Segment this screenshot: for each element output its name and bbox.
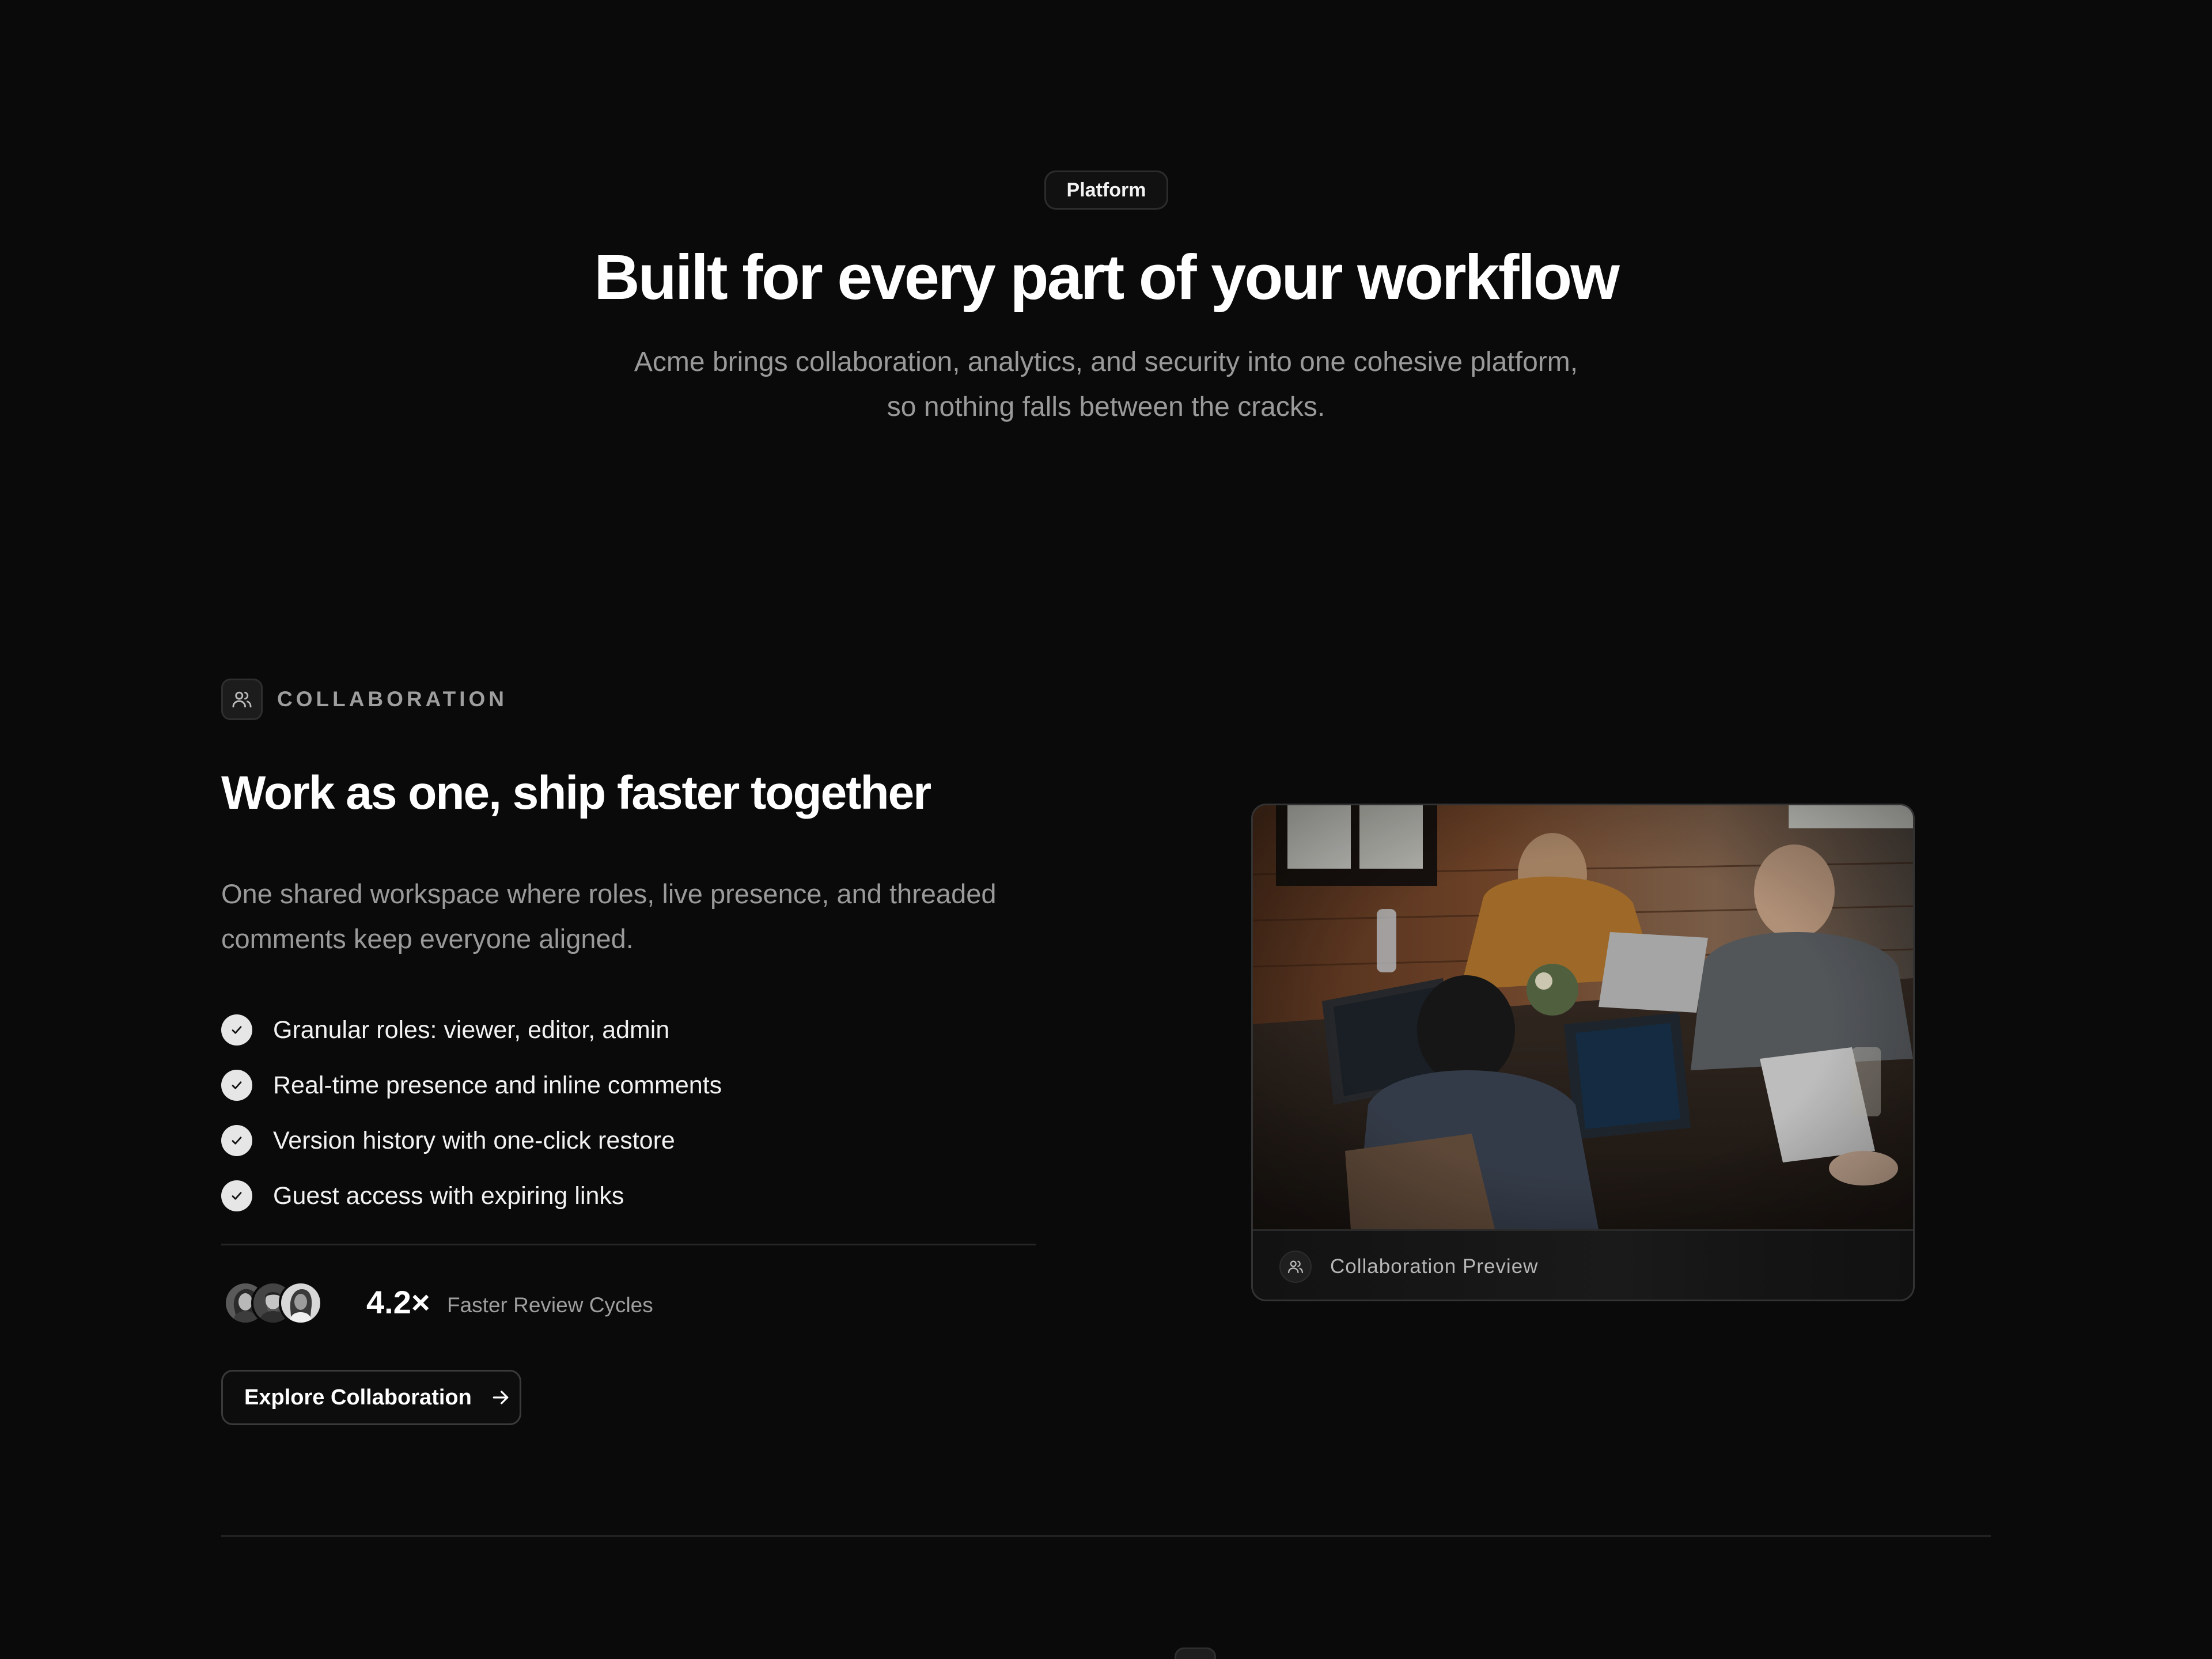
preview-footer-label: Collaboration Preview [1330,1255,1539,1278]
page: Platform Built for every part of your wo… [0,0,2212,1659]
check-icon [221,1014,252,1046]
feature-title: Work as one, ship faster together [221,767,931,819]
hero-title: Built for every part of your workflow [594,242,1620,313]
hero-subtitle-line2: so nothing falls between the cracks. [887,392,1325,422]
stat-label: Faster Review Cycles [447,1293,653,1317]
section-eyebrow: COLLABORATION [277,687,507,711]
checklist-item-text: Granular roles: viewer, editor, admin [273,1016,670,1044]
avatar-stack [224,1281,339,1325]
check-icon [221,1070,252,1101]
team-working-photo [1253,805,1913,1229]
check-icon [221,1180,252,1211]
stat-value: 4.2× [366,1284,430,1320]
preview-footer: Collaboration Preview [1253,1229,1913,1300]
checklist-item: Granular roles: viewer, editor, admin [221,1002,1085,1058]
hero-subtitle-line1: Acme brings collaboration, analytics, an… [634,347,1578,377]
feature-checklist: Granular roles: viewer, editor, admin Re… [221,1002,1085,1224]
users-icon [1279,1251,1312,1283]
explore-collaboration-label: Explore Collaboration [244,1385,472,1410]
checklist-item: Real-time presence and inline comments [221,1058,1085,1113]
arrow-right-icon [489,1386,512,1409]
feature-description-line1: One shared workspace where roles, live p… [221,878,997,909]
checklist-item-text: Guest access with expiring links [273,1182,624,1210]
explore-collaboration-button[interactable]: Explore Collaboration [221,1370,521,1425]
checklist-item-text: Version history with one-click restore [273,1127,675,1154]
feature-description-line2: comments keep everyone aligned. [221,923,634,954]
section-divider [221,1244,1036,1245]
checklist-item-text: Real-time presence and inline comments [273,1071,722,1099]
platform-badge: Platform [1044,171,1168,210]
hero-subtitle: Acme brings collaboration, analytics, an… [599,340,1613,430]
feature-description: One shared workspace where roles, live p… [221,872,1062,961]
checklist-item: Guest access with expiring links [221,1168,1085,1224]
check-icon [221,1125,252,1156]
section-divider-wide [221,1535,1991,1537]
next-section-icon [1175,1647,1216,1659]
users-icon [221,679,263,720]
avatar [279,1281,323,1325]
collaboration-preview-card: Collaboration Preview [1251,804,1915,1301]
checklist-item: Version history with one-click restore [221,1113,1085,1168]
